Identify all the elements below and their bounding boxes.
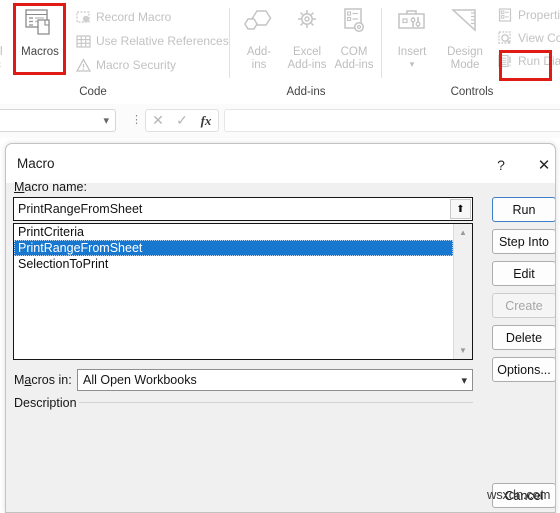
macro-dialog: Macro ? ✕ Macro name: PrintRangeFromShee… [5, 143, 556, 513]
ribbon-button-use-relative-references-label: Use Relative References [96, 34, 229, 48]
run-button[interactable]: Run [492, 197, 555, 222]
macro-list-scrollbar[interactable]: ▲ ▼ [453, 224, 472, 359]
view-code-icon [497, 30, 513, 46]
ribbon-button-addins-label: Add- ins [246, 46, 272, 71]
list-item-selected[interactable]: PrintRangeFromSheet [14, 240, 453, 256]
ribbon-group-controls: Insert ▾ Design Mode Properti View Co Ru… [384, 0, 560, 104]
macro-list-items: PrintCriteria PrintRangeFromSheet Select… [14, 224, 453, 272]
delete-button[interactable]: Delete [492, 325, 555, 350]
ribbon-button-com-addins-label: COM Add-ins [334, 46, 374, 71]
ribbon-button-design-mode-label: Design Mode [447, 46, 483, 71]
ribbon-group-code-label: Code [79, 86, 107, 98]
description-divider [79, 402, 473, 403]
macro-name-input[interactable]: PrintRangeFromSheet ⬆ [13, 197, 473, 221]
com-addins-icon [327, 6, 381, 46]
insert-controls-icon [385, 6, 439, 46]
list-item[interactable]: SelectionToPrint [14, 256, 453, 272]
design-mode-icon [438, 6, 492, 46]
ribbon-group-addins: Add- ins Excel Add-ins COM Add-ins Add-i… [232, 0, 380, 104]
cancel-x-icon[interactable]: ✕ [146, 110, 170, 131]
scroll-up-arrow-icon[interactable]: ▲ [454, 224, 472, 241]
ribbon-button-excel-addins-label: Excel Add-ins [287, 46, 327, 71]
ribbon-group-addins-label: Add-ins [286, 86, 326, 98]
run-dialog-icon [497, 53, 513, 69]
chevron-down-icon[interactable]: ▾ [461, 374, 467, 387]
macros-icon [13, 6, 67, 46]
properties-icon [497, 7, 513, 23]
macro-name-label: Macro name: [14, 180, 87, 194]
help-question-icon[interactable]: ? [488, 153, 514, 177]
ribbon-button-use-relative-references[interactable]: Use Relative References [75, 31, 229, 51]
ribbon-button-run-dialog[interactable]: Run Dialog [497, 51, 560, 71]
macro-security-icon [75, 57, 91, 73]
ribbon-button-run-dialog-label: Run Dialog [518, 54, 560, 68]
ribbon-button-visual-basic-label: Visual Basic [0, 46, 3, 71]
ribbon-button-insert-controls[interactable]: Insert ▾ [385, 6, 439, 69]
ribbon-button-view-code-label: View Code [518, 31, 560, 45]
options-button[interactable]: Options... [492, 357, 555, 382]
ribbon-button-com-addins[interactable]: COM Add-ins [327, 6, 381, 72]
description-label: Description [14, 396, 77, 410]
formula-bar-buttons: ✕ ✓ fx [145, 109, 219, 132]
ribbon-button-macro-security[interactable]: Macro Security [75, 55, 176, 75]
delete-button-label: Delete [505, 330, 543, 345]
ribbon-button-record-macro-label: Record Macro [96, 10, 172, 24]
ribbon-button-macros[interactable]: Macros [13, 6, 67, 59]
create-button: Create [492, 293, 555, 318]
dialog-title: Macro [17, 156, 55, 171]
enter-check-icon[interactable]: ✓ [170, 110, 194, 131]
macro-name-input-value: PrintRangeFromSheet [18, 202, 143, 216]
create-button-label: Create [505, 298, 543, 313]
excel-addins-icon [280, 6, 334, 46]
options-button-label: Options... [497, 362, 551, 377]
ribbon-group-code: Visual Basic Macros [0, 0, 229, 104]
list-item[interactable]: PrintCriteria [14, 224, 453, 240]
edit-button[interactable]: Edit [492, 261, 555, 286]
chevron-down-icon[interactable]: ▾ [103, 114, 109, 127]
ribbon-button-excel-addins[interactable]: Excel Add-ins [280, 6, 334, 72]
up-arrow-icon[interactable]: ⬆ [450, 199, 471, 219]
name-box[interactable]: ▾ [0, 109, 116, 132]
ribbon-button-design-mode[interactable]: Design Mode [438, 6, 492, 72]
ribbon-button-view-code[interactable]: View Code [497, 28, 560, 48]
ribbon-button-properties-label: Properties [518, 8, 560, 22]
ribbon-button-macro-security-label: Macro Security [96, 58, 177, 72]
insert-function-fx-icon[interactable]: fx [194, 110, 218, 131]
ribbon-button-insert-controls-label: Insert [397, 46, 427, 58]
formula-bar: ▾ ⋮ ✕ ✓ fx [0, 104, 560, 138]
step-into-button-label: Step Into [498, 234, 550, 249]
ribbon-button-addins[interactable]: Add- ins [232, 6, 286, 72]
close-x-icon[interactable]: ✕ [531, 153, 555, 177]
formula-input[interactable] [224, 109, 560, 132]
macro-name-label-rest: acro name: [24, 180, 87, 194]
ribbon-button-visual-basic[interactable]: Visual Basic [0, 6, 14, 72]
macros-in-label: Macros in: [14, 373, 72, 387]
ribbon-button-macros-label: Macros [21, 46, 59, 58]
ribbon-button-record-macro[interactable]: Record Macro [75, 7, 171, 27]
scroll-down-arrow-icon[interactable]: ▼ [454, 342, 472, 359]
ribbon-separator-1 [229, 8, 230, 78]
ribbon-group-controls-label: Controls [450, 86, 494, 98]
macros-in-dropdown[interactable]: All Open Workbooks ▾ [77, 369, 473, 391]
addins-icon [232, 6, 286, 46]
macros-in-label-rest: cros in: [31, 373, 72, 387]
ribbon-button-properties[interactable]: Properties [497, 5, 560, 25]
step-into-button[interactable]: Step Into [492, 229, 555, 254]
visual-basic-icon [0, 6, 14, 46]
formula-bar-grip[interactable]: ⋮ [131, 115, 142, 127]
run-button-label: Run [512, 202, 536, 217]
record-macro-icon [75, 9, 91, 25]
relative-references-icon [75, 33, 91, 49]
watermark: wsxdn.com [487, 487, 551, 502]
edit-button-label: Edit [513, 266, 535, 281]
dialog-title-bar: Macro ? ✕ [6, 144, 555, 183]
chevron-down-icon[interactable]: ▾ [385, 59, 439, 69]
macro-list[interactable]: PrintCriteria PrintRangeFromSheet Select… [13, 223, 473, 360]
ribbon-developer-tab: Visual Basic Macros [0, 0, 560, 105]
macros-in-value: All Open Workbooks [83, 373, 197, 387]
ribbon-separator-2 [381, 8, 382, 78]
